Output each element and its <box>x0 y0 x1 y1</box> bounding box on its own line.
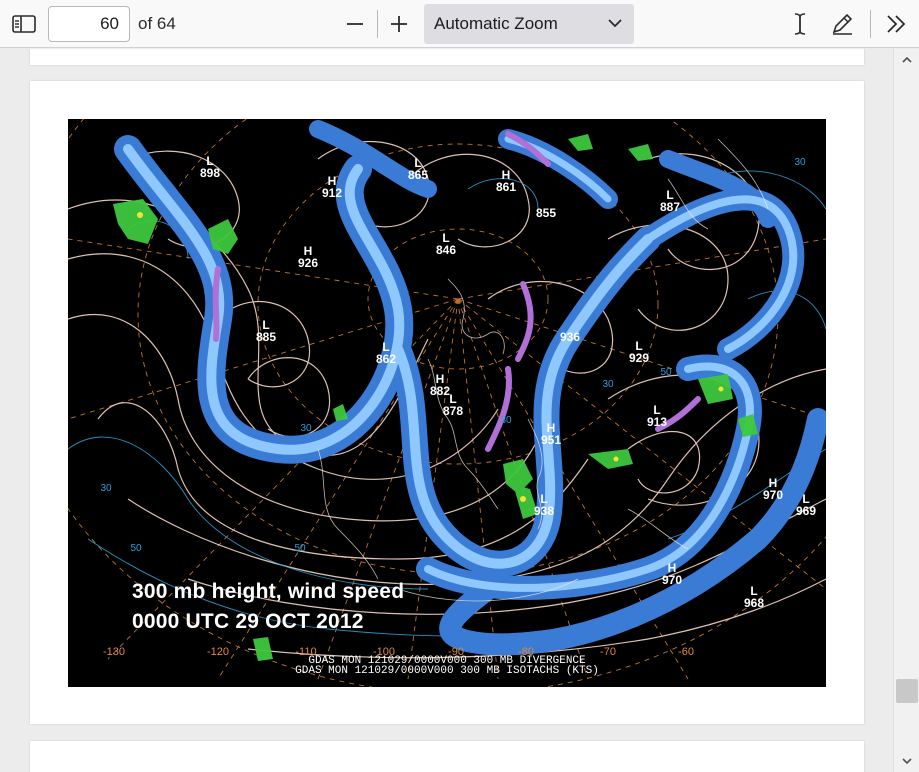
pressure-center-value: 969 <box>796 504 816 518</box>
pressure-center-value: 861 <box>496 180 516 194</box>
pressure-center-value: 846 <box>436 243 456 257</box>
pressure-center-value: 970 <box>763 488 783 502</box>
isotach-label: 50 <box>660 367 672 378</box>
figure-caption-date: 0000 UTC 29 OCT 2012 <box>132 610 364 633</box>
chevron-up-icon <box>902 56 912 63</box>
page-count-label: of 64 <box>138 14 176 33</box>
scrollbar-thumb[interactable] <box>896 679 918 703</box>
scroll-up-button[interactable] <box>894 49 919 71</box>
pressure-center-value: 913 <box>647 415 667 429</box>
pressure-center-value: 951 <box>541 433 561 447</box>
pressure-center-value: 878 <box>443 404 463 418</box>
zoom-select-value: Automatic Zoom <box>434 14 558 33</box>
pressure-center-value: 862 <box>376 352 396 366</box>
document-viewer[interactable]: L 898 H 912 L 865 H 861 L 846 H 926 L 885 L 862 H 882 L 878… <box>0 49 893 772</box>
pressure-center-value: 938 <box>534 504 554 518</box>
isotach-label: 30 <box>500 415 512 426</box>
weather-map-figure: L 898 H 912 L 865 H 861 L 846 H 926 L 885 L 862 H 882 L 878… <box>68 119 826 687</box>
pressure-center-value: 912 <box>322 186 342 200</box>
pressure-center-value: 855 <box>536 206 556 220</box>
sidebar-toggle-button[interactable] <box>8 6 40 42</box>
zoom-out-icon <box>347 23 363 25</box>
isotach-label: 30 <box>794 157 806 168</box>
pressure-center-value: 887 <box>660 200 680 214</box>
double-chevron-right-icon <box>887 15 906 33</box>
pdf-toolbar: of 64 Automatic Zoom <box>0 0 919 48</box>
text-cursor-icon <box>794 13 806 35</box>
zoom-out-button[interactable] <box>340 6 370 42</box>
page-number-input[interactable] <box>48 6 130 42</box>
pressure-center-value: 885 <box>256 330 276 344</box>
draw-pen-icon <box>832 13 853 35</box>
chevron-down-icon <box>902 758 912 765</box>
zoom-in-button[interactable] <box>384 6 414 42</box>
sidebar-toggle-icon <box>12 15 36 33</box>
toolbar-separator <box>870 10 871 38</box>
isotach-label: 30 <box>100 483 112 494</box>
toolbar-separator <box>377 10 378 38</box>
isotach-label: 30 <box>602 379 614 390</box>
current-page: L 898 H 912 L 865 H 861 L 846 H 926 L 885 L 862 H 882 L 878… <box>30 81 864 724</box>
isotach-label: 50 <box>130 543 142 554</box>
vertical-scrollbar[interactable] <box>893 49 919 772</box>
draw-tool-button[interactable] <box>826 6 858 42</box>
previous-page <box>30 49 864 65</box>
figure-caption-title: 300 mb height, wind speed <box>132 580 405 603</box>
more-tools-button[interactable] <box>880 6 912 42</box>
pressure-center-value: 968 <box>744 596 764 610</box>
pressure-center-value: 970 <box>662 573 682 587</box>
pressure-center-value: 936 <box>560 330 580 344</box>
zoom-select[interactable]: Automatic Zoom <box>424 4 634 44</box>
chevron-down-icon <box>608 19 622 28</box>
zoom-in-icon <box>391 16 407 32</box>
next-page <box>30 741 864 772</box>
text-tool-button[interactable] <box>786 6 814 42</box>
isotach-label: 50 <box>294 543 306 554</box>
pressure-center-value: 929 <box>629 351 649 365</box>
pressure-center-value: 926 <box>298 256 318 270</box>
isotach-label: 30 <box>300 423 312 434</box>
pressure-center-value: 882 <box>430 384 450 398</box>
pressure-center-value: 898 <box>200 166 220 180</box>
scroll-down-button[interactable] <box>894 750 919 772</box>
figure-footer-isotachs: GDAS MON 121029/0000V000 300 MB ISOTACHS… <box>295 665 599 677</box>
pressure-center-value: 865 <box>408 168 428 182</box>
